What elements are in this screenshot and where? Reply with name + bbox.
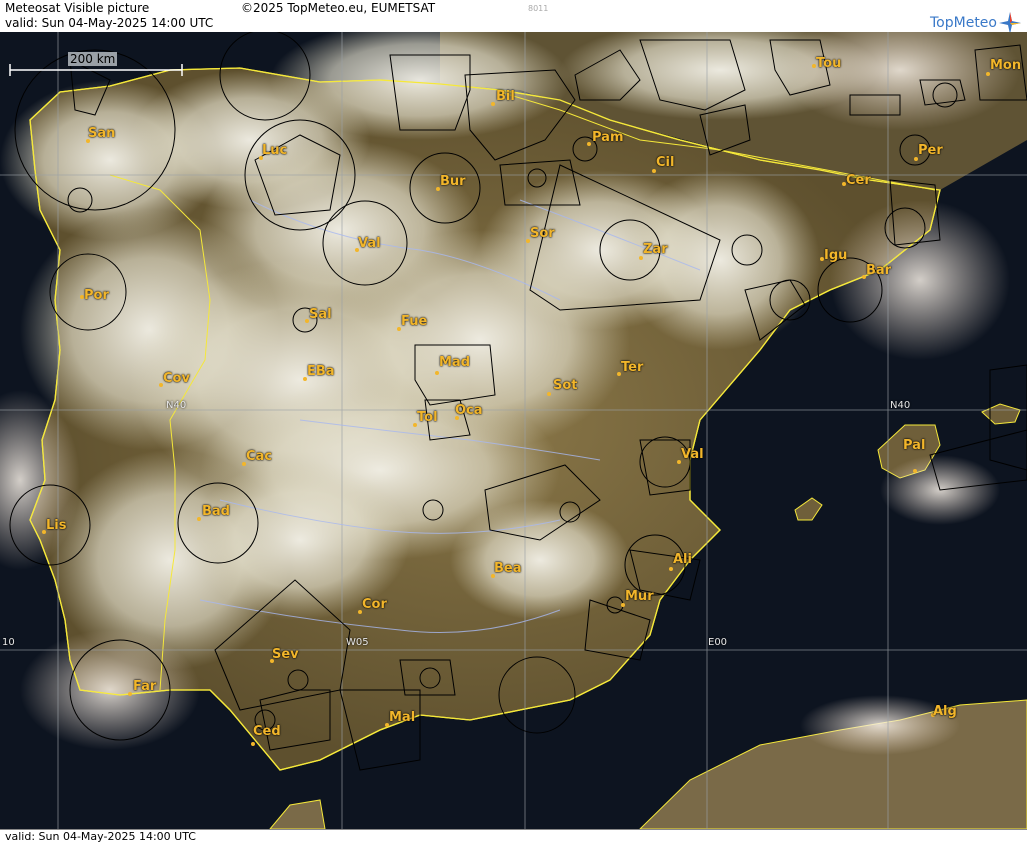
city-label: San (88, 126, 116, 141)
city-label: Cor (362, 597, 387, 612)
city-label: Cer (846, 173, 871, 188)
map-title: Meteosat Visible picture (5, 1, 150, 15)
city-label: Far (133, 679, 157, 694)
map-svg (0, 32, 1027, 829)
city-label: Ali (673, 552, 692, 567)
compass-star-icon (999, 12, 1021, 34)
topmeteo-logo[interactable]: TopMeteo (930, 12, 1021, 34)
city-label: Oca (455, 403, 483, 418)
city-label: Cil (656, 155, 675, 170)
city-label: Bar (866, 263, 892, 278)
city-label: Tol (417, 410, 438, 425)
valid-time: valid: Sun 04-May-2025 14:00 UTC (5, 16, 214, 30)
city-label: Lis (46, 518, 67, 533)
city-label: Bad (202, 504, 230, 519)
satellite-map: 200 km N40 N40 W05 E00 10 San Luc Bur Bi… (0, 32, 1027, 829)
city-label: Mur (625, 589, 654, 604)
city-label: Bea (494, 561, 522, 576)
copyright: ©2025 TopMeteo.eu, EUMETSAT (241, 1, 436, 15)
city-label: Sal (309, 307, 332, 322)
city-label: Ced (253, 724, 281, 739)
grid-label-e00: E00 (708, 637, 728, 648)
city-label: Fue (401, 314, 428, 329)
city-label: Sev (272, 647, 299, 662)
city-label: Per (918, 143, 943, 158)
city-label: Mal (389, 710, 416, 725)
grid-label-w10: 10 (2, 637, 15, 648)
city-label: Igu (824, 248, 848, 263)
footer-valid-time: valid: Sun 04-May-2025 14:00 UTC (5, 830, 196, 843)
city-label: Bil (496, 89, 515, 104)
city-label: Cac (246, 449, 273, 464)
city-label: Bur (440, 174, 466, 189)
grid-label-n40-east: N40 (890, 400, 911, 411)
city-label: Zar (643, 242, 668, 257)
logo-text: TopMeteo (930, 15, 997, 31)
footer-bar: valid: Sun 04-May-2025 14:00 UTC (0, 829, 1027, 844)
city-label: Sor (530, 226, 555, 241)
city-label: Alg (933, 704, 957, 719)
city-label: Tou (816, 56, 842, 71)
city-label: Val (681, 447, 704, 462)
city-label: Sot (553, 378, 578, 393)
city-label: Pal (903, 438, 926, 453)
grid-label-w05: W05 (346, 637, 369, 648)
scale-label: 200 km (68, 52, 118, 66)
city-label: Pam (592, 130, 624, 145)
header-bar: Meteosat Visible picture valid: Sun 04-M… (0, 0, 1027, 34)
city-label: Por (84, 288, 109, 303)
city-label: Mon (990, 58, 1022, 73)
image-code: 8011 (528, 4, 549, 13)
city-label: Luc (262, 143, 288, 158)
page: Meteosat Visible picture valid: Sun 04-M… (0, 0, 1027, 844)
grid-label-n40: N40 (166, 400, 187, 411)
city-label: Val (358, 236, 381, 251)
city-label: EBa (307, 364, 335, 379)
city-label: Mad (439, 355, 471, 370)
city-label: Cov (163, 371, 190, 386)
city-label: Ter (621, 360, 644, 375)
